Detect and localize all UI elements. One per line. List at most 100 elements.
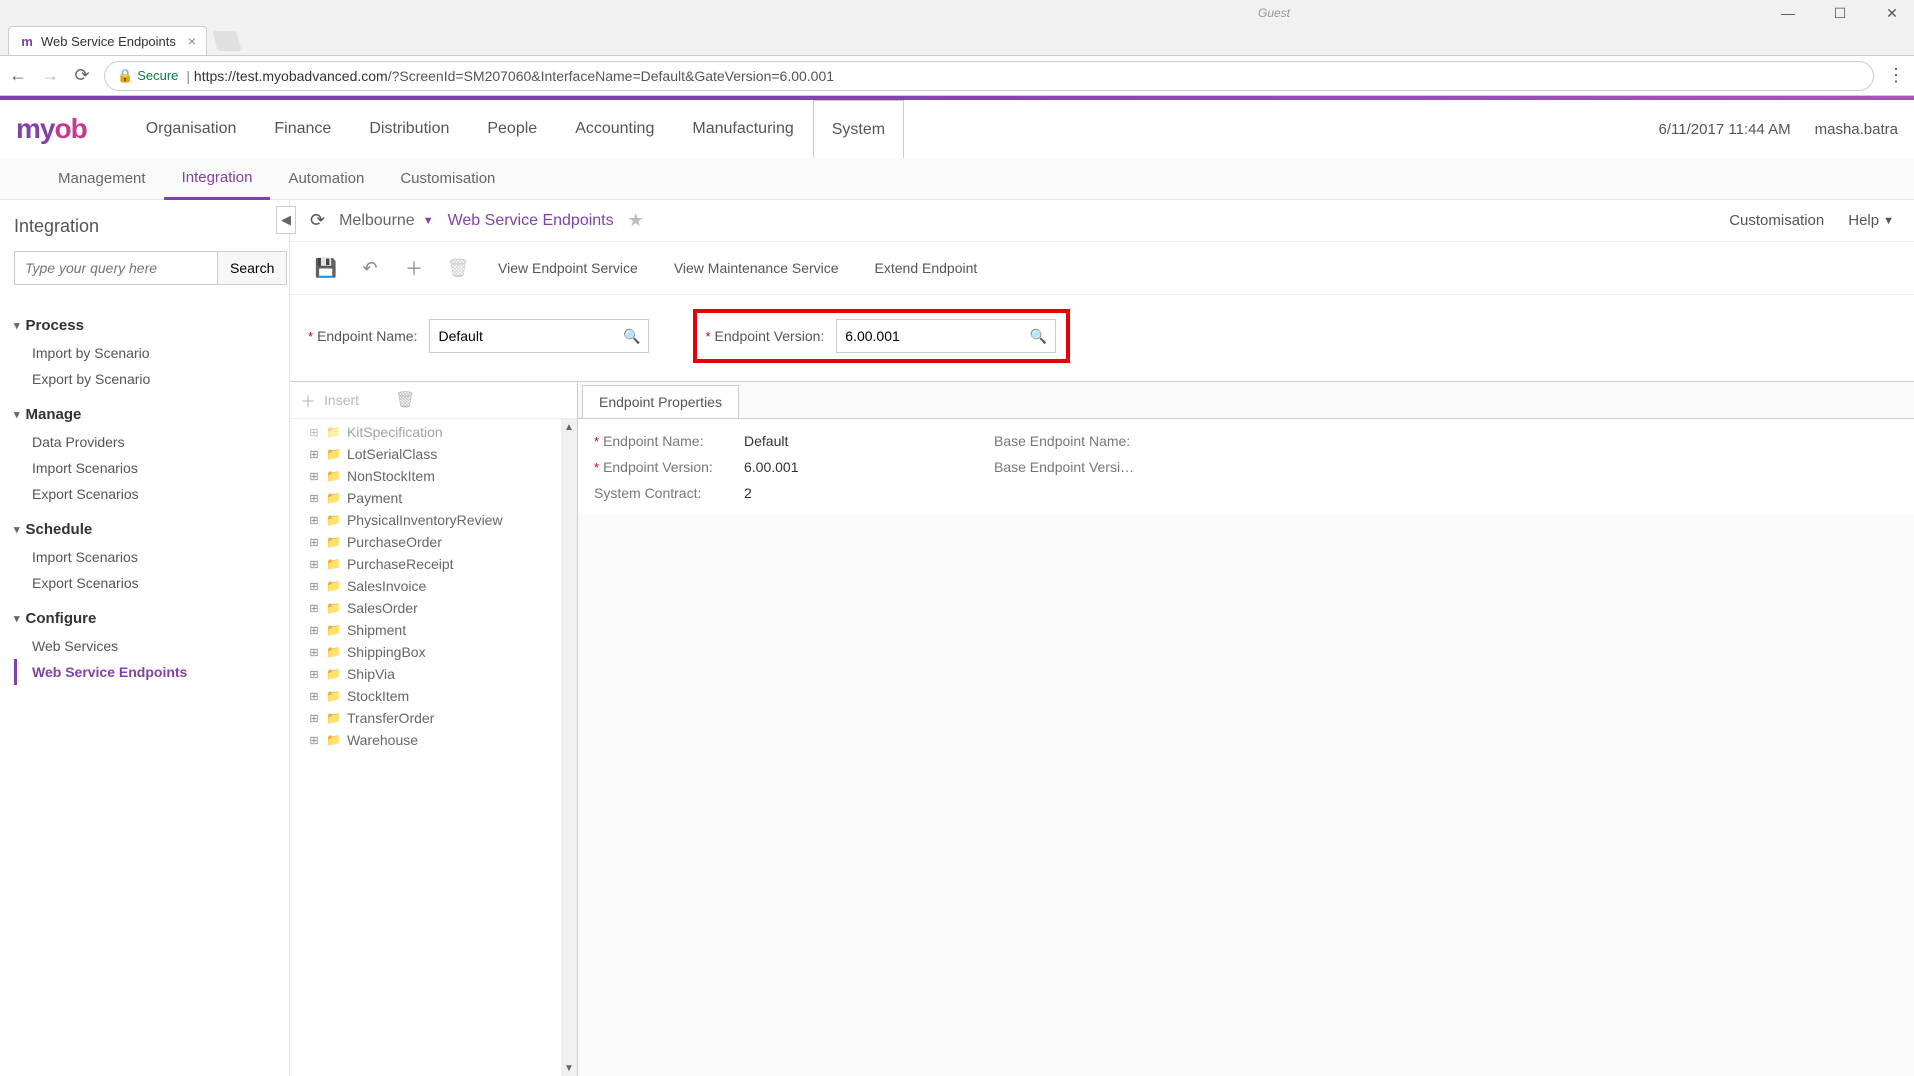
tree-item-stockitem[interactable]: ⊞📁StockItem (308, 685, 577, 707)
nav-distribution[interactable]: Distribution (350, 100, 468, 158)
section-process[interactable]: Process (14, 317, 275, 334)
link-export-scenarios-schedule[interactable]: Export Scenarios (14, 570, 275, 596)
expand-icon[interactable]: ⊞ (308, 426, 320, 439)
tree-item-shipment[interactable]: ⊞📁Shipment (308, 619, 577, 641)
scroll-up-icon[interactable]: ▲ (564, 419, 574, 435)
expand-icon[interactable]: ⊞ (308, 492, 320, 505)
nav-people[interactable]: People (468, 100, 556, 158)
add-icon[interactable]: ＋ (396, 250, 432, 286)
nav-system[interactable]: System (813, 100, 904, 158)
expand-icon[interactable]: ⊞ (308, 448, 320, 461)
nav-accounting[interactable]: Accounting (556, 100, 673, 158)
secure-label: Secure (137, 68, 178, 83)
expand-icon[interactable]: ⊞ (308, 624, 320, 637)
tab-endpoint-properties[interactable]: Endpoint Properties (582, 385, 739, 418)
section-manage[interactable]: Manage (14, 406, 275, 423)
link-data-providers[interactable]: Data Providers (14, 429, 275, 455)
endpoint-name-input-wrap[interactable]: 🔍 (429, 319, 649, 353)
search-input[interactable] (14, 251, 217, 285)
close-window-icon[interactable]: ✕ (1878, 3, 1906, 23)
tree-item-shippingbox[interactable]: ⊞📁ShippingBox (308, 641, 577, 663)
logo[interactable]: myob (16, 113, 87, 145)
folder-icon: 📁 (326, 733, 341, 747)
reload-icon[interactable]: ⟳ (72, 65, 92, 86)
folder-icon: 📁 (326, 513, 341, 527)
expand-icon[interactable]: ⊞ (308, 734, 320, 747)
folder-icon: 📁 (326, 711, 341, 725)
tree-add-icon: ＋ (300, 388, 316, 412)
view-maintenance-service-button[interactable]: View Maintenance Service (660, 252, 853, 284)
chrome-menu-icon[interactable]: ⋮ (1886, 65, 1906, 86)
expand-icon[interactable]: ⊞ (308, 602, 320, 615)
view-endpoint-service-button[interactable]: View Endpoint Service (484, 252, 652, 284)
link-web-service-endpoints[interactable]: Web Service Endpoints (14, 659, 275, 685)
tree-item-purchaseorder[interactable]: ⊞📁PurchaseOrder (308, 531, 577, 553)
link-import-by-scenario[interactable]: Import by Scenario (14, 340, 275, 366)
expand-icon[interactable]: ⊞ (308, 558, 320, 571)
link-import-scenarios-schedule[interactable]: Import Scenarios (14, 544, 275, 570)
expand-icon[interactable]: ⊞ (308, 536, 320, 549)
extend-endpoint-button[interactable]: Extend Endpoint (861, 252, 992, 284)
minimize-icon[interactable]: — (1774, 3, 1802, 23)
tree-item-nonstockitem[interactable]: ⊞📁NonStockItem (308, 465, 577, 487)
endpoint-name-input[interactable] (438, 328, 623, 344)
endpoint-version-input[interactable] (845, 328, 1030, 344)
save-icon: 💾 (308, 250, 344, 286)
link-export-by-scenario[interactable]: Export by Scenario (14, 366, 275, 392)
tree-item-physicalinventoryreview[interactable]: ⊞📁PhysicalInventoryReview (308, 509, 577, 531)
expand-icon[interactable]: ⊞ (308, 514, 320, 527)
tree-item-lotserialclass[interactable]: ⊞📁LotSerialClass (308, 443, 577, 465)
subnav-management[interactable]: Management (40, 158, 164, 199)
expand-icon[interactable]: ⊞ (308, 712, 320, 725)
header-user[interactable]: masha.batra (1815, 121, 1898, 138)
nav-manufacturing[interactable]: Manufacturing (673, 100, 812, 158)
new-tab-button[interactable] (212, 31, 241, 51)
url-input[interactable]: 🔒 Secure | https://test.myobadvanced.com… (104, 61, 1874, 91)
expand-icon[interactable]: ⊞ (308, 690, 320, 703)
help-link[interactable]: Help ▼ (1848, 212, 1894, 229)
subnav-customisation[interactable]: Customisation (382, 158, 513, 199)
search-button[interactable]: Search (217, 251, 287, 285)
undo-icon[interactable]: ↶ (352, 250, 388, 286)
expand-icon[interactable]: ⊞ (308, 668, 320, 681)
link-web-services[interactable]: Web Services (14, 633, 275, 659)
context-dropdown-icon[interactable]: ▼ (423, 215, 434, 227)
customisation-link[interactable]: Customisation (1729, 212, 1824, 229)
tree-item-warehouse[interactable]: ⊞📁Warehouse (308, 729, 577, 751)
browser-tab[interactable]: m Web Service Endpoints × (8, 26, 207, 55)
link-import-scenarios-manage[interactable]: Import Scenarios (14, 455, 275, 481)
tree-item-transferorder[interactable]: ⊞📁TransferOrder (308, 707, 577, 729)
expand-icon[interactable]: ⊞ (308, 470, 320, 483)
tree-item-purchasereceipt[interactable]: ⊞📁PurchaseReceipt (308, 553, 577, 575)
lookup-icon[interactable]: 🔍 (1030, 328, 1047, 345)
tree-item-salesinvoice[interactable]: ⊞📁SalesInvoice (308, 575, 577, 597)
link-export-scenarios-manage[interactable]: Export Scenarios (14, 481, 275, 507)
breadcrumb-page[interactable]: Web Service Endpoints (448, 212, 614, 230)
tree-item-payment[interactable]: ⊞📁Payment (308, 487, 577, 509)
scroll-down-icon[interactable]: ▼ (564, 1060, 574, 1076)
refresh-icon[interactable]: ⟳ (310, 210, 325, 231)
subnav-integration[interactable]: Integration (164, 158, 271, 200)
favorite-icon[interactable]: ★ (628, 210, 644, 231)
lookup-icon[interactable]: 🔍 (623, 328, 640, 345)
section-configure[interactable]: Configure (14, 610, 275, 627)
endpoint-version-input-wrap[interactable]: 🔍 (836, 319, 1056, 353)
tree-scrollbar[interactable]: ▲ ▼ (561, 419, 577, 1076)
tab-close-icon[interactable]: × (188, 33, 196, 49)
expand-icon[interactable]: ⊞ (308, 646, 320, 659)
tree-pane: ＋ Insert 🗑 ⊞📁KitSpecification ⊞📁LotSeria… (290, 382, 578, 1076)
nav-finance[interactable]: Finance (255, 100, 350, 158)
endpoint-version-highlight: *Endpoint Version: 🔍 (693, 309, 1070, 363)
back-icon[interactable]: ← (8, 65, 28, 86)
tree-item-kitspecification[interactable]: ⊞📁KitSpecification (308, 421, 577, 443)
maximize-icon[interactable]: ☐ (1826, 3, 1854, 23)
tree-item-shipvia[interactable]: ⊞📁ShipVia (308, 663, 577, 685)
collapse-sidebar-icon[interactable]: ◀ (276, 206, 296, 234)
breadcrumb-context[interactable]: Melbourne (339, 212, 415, 230)
section-schedule[interactable]: Schedule (14, 521, 275, 538)
expand-icon[interactable]: ⊞ (308, 580, 320, 593)
subnav-automation[interactable]: Automation (270, 158, 382, 199)
nav-organisation[interactable]: Organisation (127, 100, 256, 158)
app-header: myob Organisation Finance Distribution P… (0, 100, 1914, 158)
tree-item-salesorder[interactable]: ⊞📁SalesOrder (308, 597, 577, 619)
